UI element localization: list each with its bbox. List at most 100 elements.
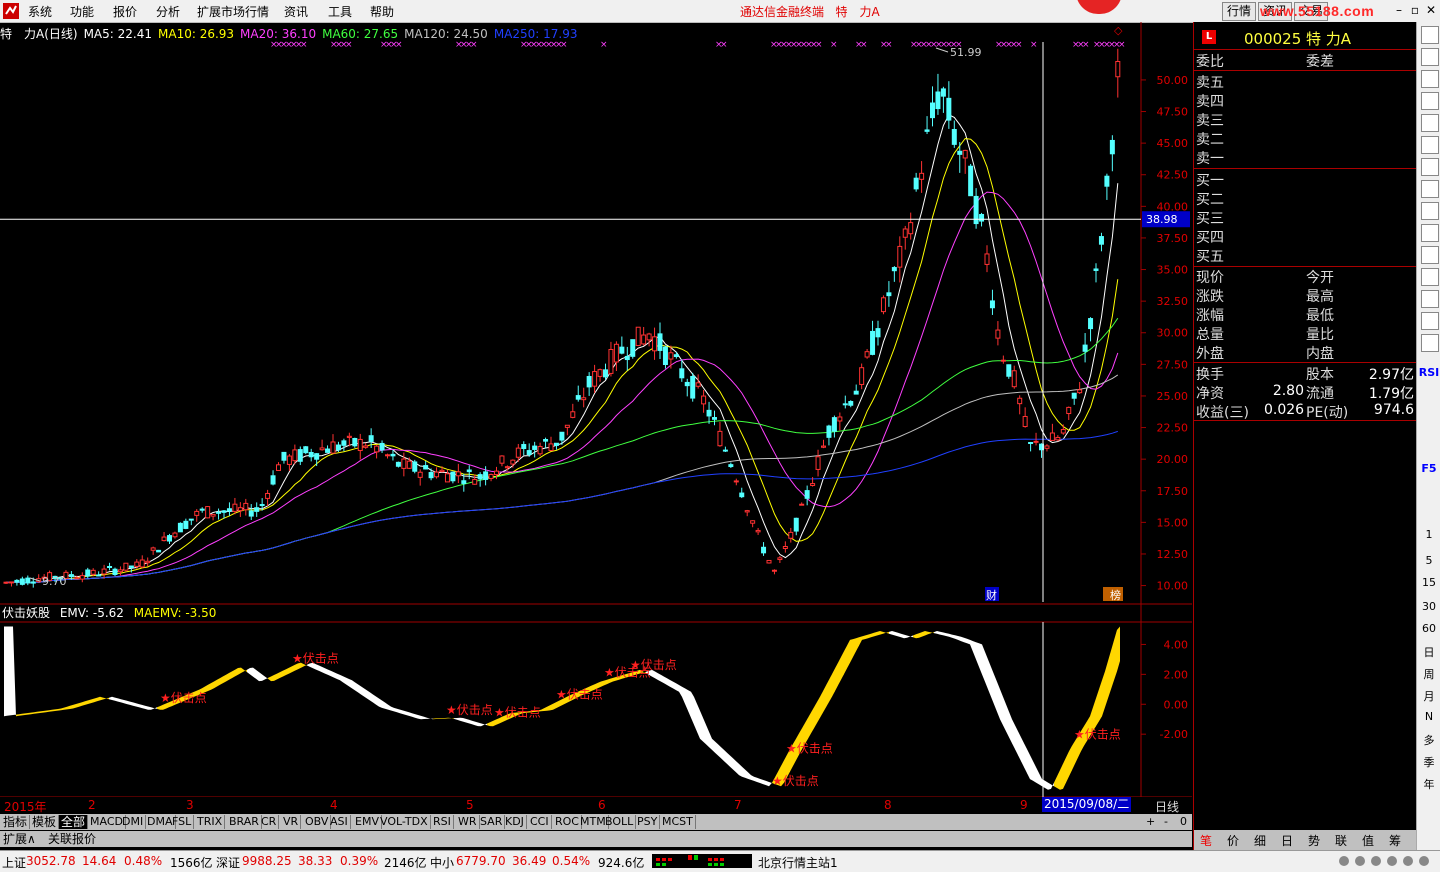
menu-extended-market[interactable]: 扩展市场行情 [197, 3, 269, 20]
toolbar-icon-7[interactable] [1421, 180, 1439, 198]
quote-tab-2[interactable]: 细 [1254, 832, 1266, 849]
indicator-tab-asi[interactable]: ASI [328, 815, 351, 829]
toolbar-icon-8[interactable] [1421, 202, 1439, 220]
candle [3, 581, 9, 584]
indicator-tab-全部[interactable]: 全部 [59, 815, 89, 829]
indicator-tab-boll[interactable]: BOLL [603, 815, 637, 829]
indicator-tab-指标[interactable]: 指标 [1, 815, 31, 829]
indicator-tab-sar[interactable]: SAR [478, 815, 506, 829]
indicator-tab-trix[interactable]: TRIX [195, 815, 226, 829]
ribbon-segment [10, 626, 13, 716]
quote-tab-5[interactable]: 联 [1335, 832, 1347, 849]
toolbar-icon-4[interactable] [1421, 114, 1439, 132]
indicator-tab-cr[interactable]: CR [259, 815, 280, 829]
indicator-tab-mcst[interactable]: MCST [660, 815, 696, 829]
reset-button[interactable]: 0 [1180, 815, 1187, 828]
indicator-tab-brar[interactable]: BRAR [227, 815, 262, 829]
sell-level-5: 卖五 [1194, 72, 1416, 91]
period-button-9[interactable]: 月 [1417, 688, 1440, 704]
sz-change: 38.33 [298, 854, 333, 868]
sz-index[interactable]: 9988.25 [242, 854, 292, 868]
indicator-tab-vol-tdx[interactable]: VOL-TDX [378, 815, 431, 829]
toolbar-icon-14[interactable] [1421, 334, 1439, 352]
ribbon-segment [1003, 696, 1006, 732]
period-button-3[interactable]: 5 [1417, 554, 1440, 567]
menu-news[interactable]: 资讯 [284, 3, 308, 20]
indicator-tab-rsi[interactable]: RSI [431, 815, 454, 829]
period-button-5[interactable]: 30 [1417, 600, 1440, 613]
indicator-tab-cci[interactable]: CCI [528, 815, 552, 829]
zx-index[interactable]: 6779.70 [456, 854, 506, 868]
period-button-13[interactable]: 年 [1417, 776, 1440, 792]
quote-tab-4[interactable]: 势 [1308, 832, 1320, 849]
period-button-6[interactable]: 60 [1417, 622, 1440, 635]
toolbar-icon-2[interactable] [1421, 70, 1439, 88]
toolbar-icon-5[interactable] [1421, 136, 1439, 154]
indicator-tab-wr[interactable]: WR [456, 815, 480, 829]
toolbar-icon-11[interactable] [1421, 268, 1439, 286]
zoom-out-button[interactable]: - [1164, 815, 1168, 828]
restore-icon[interactable]: ▫ [1408, 3, 1422, 17]
menu-tools[interactable]: 工具 [328, 3, 352, 20]
tab-expand[interactable]: 扩展∧ [3, 832, 36, 846]
ribbon-segment [736, 761, 739, 776]
quote-tab-7[interactable]: 筹 [1389, 832, 1401, 849]
indicator-tab-模板[interactable]: 模板 [30, 815, 60, 829]
menu-help[interactable]: 帮助 [370, 3, 394, 20]
toolbar-icon-0[interactable] [1421, 26, 1439, 44]
ribbon-segment [349, 679, 352, 689]
ribbon-segment [748, 772, 751, 780]
ma-line-10 [5, 137, 1119, 584]
candle [226, 502, 232, 516]
period-button-8[interactable]: 周 [1417, 666, 1440, 682]
menu-function[interactable]: 功能 [70, 3, 94, 20]
toolbar-icon-12[interactable] [1421, 290, 1439, 308]
minimize-icon[interactable]: – [1392, 3, 1406, 17]
period-button-2[interactable]: 1 [1417, 528, 1440, 541]
quote-tab-6[interactable]: 值 [1362, 832, 1374, 849]
close-icon[interactable]: ✕ [1424, 3, 1438, 17]
period-button-7[interactable]: 日 [1417, 644, 1440, 660]
menu-system[interactable]: 系统 [28, 3, 52, 20]
toolbar-icon-6[interactable] [1421, 158, 1439, 176]
period-button-12[interactable]: 季 [1417, 754, 1440, 770]
toolbar-icon-3[interactable] [1421, 92, 1439, 110]
quote-tab-0[interactable]: 笔 [1200, 832, 1212, 849]
ma-line-5 [5, 114, 1119, 584]
quote-tab-3[interactable]: 日 [1281, 832, 1293, 849]
quote-tab-1[interactable]: 价 [1227, 832, 1239, 849]
period-label[interactable]: 日线 [1155, 798, 1179, 815]
indicator-tab-dmi[interactable]: DMI [120, 815, 147, 829]
quote-header: L 000025 特 力A [1194, 26, 1416, 48]
period-button-4[interactable]: 15 [1417, 576, 1440, 589]
period-button-0[interactable]: RSI [1417, 366, 1440, 379]
toolbar-icon-13[interactable] [1421, 312, 1439, 330]
menu-quote[interactable]: 报价 [113, 3, 137, 20]
indicator-tab-psy[interactable]: PSY [635, 815, 661, 829]
toolbar-icon-1[interactable] [1421, 48, 1439, 66]
candle [657, 322, 663, 359]
ribbon-segment [157, 706, 160, 710]
menu-analysis[interactable]: 分析 [156, 3, 180, 20]
ma-line-60 [5, 317, 1119, 584]
indicator-tab-fsl[interactable]: FSL [170, 815, 195, 829]
ribbon-segment [475, 721, 478, 727]
stat-row-4: 外盘 内盘 [1194, 343, 1416, 362]
indicator-tab-kdj[interactable]: KDJ [503, 815, 527, 829]
zoom-in-button[interactable]: + [1146, 815, 1155, 828]
app-logo-icon [3, 3, 19, 19]
period-button-11[interactable]: 多 [1417, 732, 1440, 748]
kline-chart[interactable]: 50.0047.5045.0042.5040.0037.5035.0032.50… [0, 22, 1192, 797]
tab-quote[interactable]: 行情 [1222, 2, 1257, 21]
sh-index[interactable]: 3052.78 [26, 854, 76, 868]
toolbar-icon-10[interactable] [1421, 246, 1439, 264]
period-button-1[interactable]: F5 [1417, 462, 1440, 475]
tab-related-quote[interactable]: 关联报价 [48, 832, 96, 846]
server-name[interactable]: 北京行情主站1 [758, 854, 838, 871]
ribbon-segment [136, 703, 139, 708]
status-bar: 上证 3052.78 14.64 0.48% 1566亿 深证 9988.25 … [0, 850, 1440, 872]
period-button-10[interactable]: N [1417, 710, 1440, 723]
toolbar-icon-9[interactable] [1421, 224, 1439, 242]
indicator-tab-vr[interactable]: VR [281, 815, 302, 829]
ribbon-segment [1117, 626, 1120, 672]
